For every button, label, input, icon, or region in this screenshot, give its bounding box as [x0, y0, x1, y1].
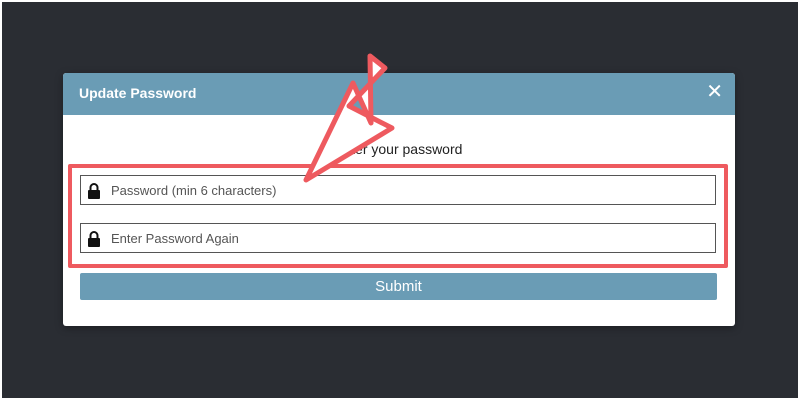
confirm-password-field[interactable] [80, 223, 716, 253]
lock-icon [88, 183, 100, 199]
update-password-modal: Update Password ✕ enter your password Su… [63, 73, 735, 326]
confirm-password-input[interactable] [111, 224, 707, 252]
close-icon[interactable]: ✕ [706, 82, 723, 102]
modal-title: Update Password [79, 85, 197, 101]
instruction-text: enter your password [335, 141, 463, 157]
password-field[interactable] [80, 175, 716, 205]
modal-header: Update Password ✕ [63, 73, 735, 115]
password-input[interactable] [111, 176, 707, 204]
lock-icon [88, 231, 100, 247]
submit-button[interactable]: Submit [80, 273, 717, 300]
